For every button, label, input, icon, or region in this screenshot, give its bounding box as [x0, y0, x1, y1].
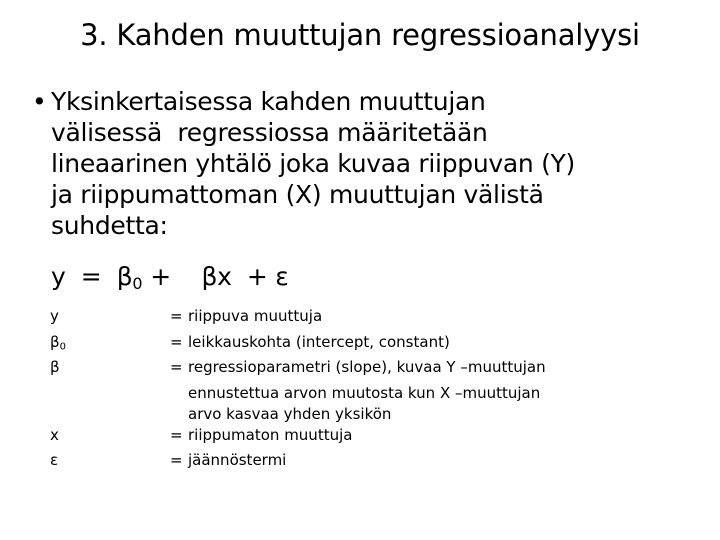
equation-x: x — [217, 262, 232, 291]
equation-lhs: y = — [51, 262, 117, 291]
definition-value: riippuva muuttuja — [188, 307, 323, 325]
equation-epsilon: ε — [275, 262, 289, 291]
page-title: 3. Kahden muuttujan regressioanalyysi — [80, 18, 640, 52]
definition-value: leikkauskohta (intercept, constant) — [188, 332, 450, 351]
equation-plus-first: + — [142, 262, 202, 291]
equation-beta0: β — [116, 262, 133, 291]
regression-equation: y = β0 + βx + ε — [51, 261, 289, 299]
definition-symbol: β0 — [50, 332, 170, 358]
definition-row: β = regressioparametri (slope), kuvaa Y … — [50, 357, 710, 383]
definition-continuation: ennustettua arvon muutosta kun X –muuttu… — [188, 383, 541, 402]
bullet-text-block: Yksinkertaisessa kahden muuttujan välise… — [51, 86, 698, 241]
definition-value: regressioparametri (slope), kuvaa Y –muu… — [188, 358, 546, 376]
definition-continuation: arvo kasvaa yhden yksikön — [188, 404, 392, 423]
definition-symbol-base: ε — [50, 451, 59, 469]
definition-symbol: y — [50, 306, 170, 332]
definition-value: jäännöstermi — [188, 451, 287, 469]
definition-row: β0 = leikkauskohta (intercept, constant) — [50, 332, 710, 358]
definition-equals-sign: = — [170, 307, 183, 325]
definition-row: ε = jäännöstermi — [50, 450, 710, 476]
bullet-line: suhdetta: — [51, 211, 168, 240]
definition-equals-sign: = — [170, 425, 183, 444]
definition-equals-sign: = — [170, 451, 183, 469]
definition-symbol-base: x — [50, 425, 59, 444]
definition-value: riippumaton muuttuja — [188, 425, 353, 444]
definition-symbol: x — [50, 425, 170, 451]
definition-symbol: ε — [50, 450, 170, 476]
equation-beta: β — [201, 262, 218, 291]
bullet-line: lineaarinen yhtälö joka kuvaa riippuvan … — [51, 149, 575, 178]
equation-beta0-subscript: 0 — [132, 273, 143, 293]
bullet-line: välisessä regressiossa määritetään — [51, 118, 488, 147]
definition-symbol-base: β — [50, 332, 60, 351]
definition-equals-sign: = — [170, 358, 183, 376]
definition-list: y = riippuva muuttuja β0 = leikkauskohta… — [50, 306, 710, 476]
definition-symbol: β — [50, 357, 170, 383]
bullet-list-item: • Yksinkertaisessa kahden muuttujan väli… — [28, 86, 698, 241]
bullet-dot-icon: • — [32, 87, 47, 116]
definition-symbol-subscript: 0 — [59, 341, 66, 352]
definition-equals-sign: = — [170, 332, 183, 351]
slide-canvas: 3. Kahden muuttujan regressioanalyysi • … — [0, 0, 720, 540]
bullet-line: Yksinkertaisessa kahden muuttujan — [51, 87, 486, 116]
definition-row: y = riippuva muuttuja — [50, 306, 710, 332]
definition-symbol-base: y — [50, 307, 59, 325]
bullet-line: ja riippumattoman (X) muuttujan välistä — [51, 180, 544, 209]
equation-plus-second: + — [231, 262, 276, 291]
bullet-body: • Yksinkertaisessa kahden muuttujan väli… — [28, 86, 698, 241]
definition-symbol-base: β — [50, 358, 60, 376]
definition-row: x = riippumaton muuttuja — [50, 425, 710, 451]
